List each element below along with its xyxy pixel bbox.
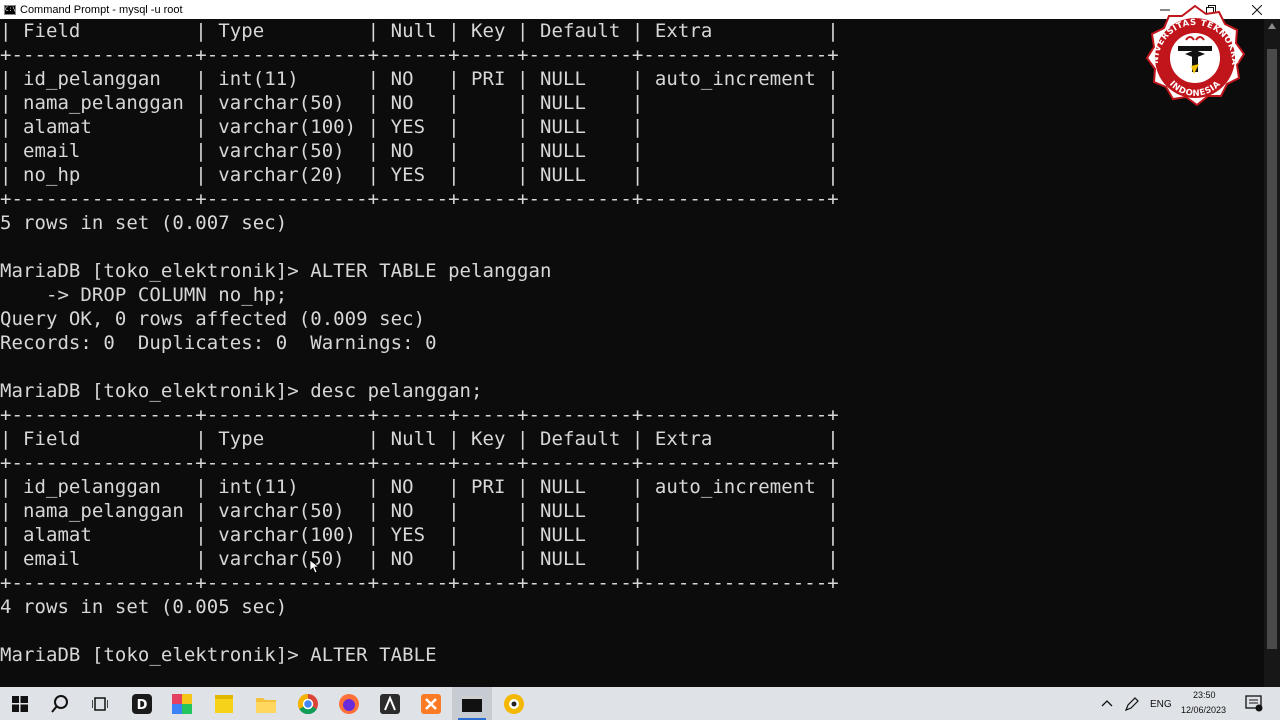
firefox-icon: [339, 693, 359, 714]
terminal-line: | email | varchar(50) | NO | | NULL | |: [0, 548, 839, 570]
task-view-button[interactable]: [80, 687, 120, 720]
file-explorer-icon: [256, 697, 276, 713]
window-title: Command Prompt - mysql -u root: [20, 3, 183, 16]
taskbar: D ENG 23:50 12/06/2023: [0, 687, 1280, 720]
scrollbar-thumb[interactable]: [1267, 49, 1277, 649]
start-button[interactable]: [0, 687, 40, 720]
vertical-scrollbar[interactable]: [1264, 19, 1280, 687]
terminal-line: -> DROP COLUMN no_hp;: [0, 284, 288, 306]
terminal-line: | Field | Type | Null | Key | Default | …: [0, 20, 839, 42]
terminal-output[interactable]: | Field | Type | Null | Key | Default | …: [0, 19, 1264, 687]
terminal-line: Query OK, 0 rows affected (0.009 sec): [0, 308, 426, 330]
terminal-line: | no_hp | varchar(20) | YES | | NULL | |: [0, 164, 839, 186]
search-button[interactable]: [40, 687, 80, 720]
terminal-line: MariaDB [toko_elektronik]> desc pelangga…: [0, 380, 483, 402]
mouse-pointer-icon: [310, 560, 320, 574]
davinci-resolve-icon: D: [132, 693, 152, 714]
terminal-line: Records: 0 Duplicates: 0 Warnings: 0: [0, 332, 437, 354]
app-a-icon: [380, 693, 400, 714]
terminal-line: +----------------+--------------+------+…: [0, 188, 839, 210]
xampp-icon: [421, 693, 441, 714]
terminal-line: | alamat | varchar(100) | YES | | NULL |…: [0, 524, 839, 546]
cmd-icon: [462, 695, 482, 712]
task-view-icon: [92, 696, 108, 711]
svg-text:D: D: [137, 698, 148, 713]
bandicam-icon: [504, 693, 524, 714]
terminal-line: MariaDB [toko_elektronik]> ALTER TABLE p…: [0, 260, 552, 282]
terminal-line: | email | varchar(50) | NO | | NULL | |: [0, 140, 839, 162]
color-app-icon: [172, 693, 192, 714]
input-language[interactable]: ENG: [1150, 699, 1172, 710]
terminal-line: +----------------+--------------+------+…: [0, 572, 839, 594]
terminal-line: | nama_pelanggan | varchar(50) | NO | | …: [0, 92, 839, 114]
terminal-line: | nama_pelanggan | varchar(50) | NO | | …: [0, 500, 839, 522]
taskbar-app-color[interactable]: [162, 687, 202, 720]
notification-center-icon[interactable]: [1245, 695, 1263, 712]
terminal-line: | Field | Type | Null | Key | Default | …: [0, 428, 839, 450]
taskbar-app-chrome[interactable]: [288, 687, 328, 720]
terminal-line: 4 rows in set (0.005 sec): [0, 596, 288, 618]
search-icon: [51, 694, 68, 713]
clock-time[interactable]: 23:50: [1193, 690, 1216, 700]
taskbar-app-file-explorer[interactable]: [246, 687, 286, 720]
terminal-line: | alamat | varchar(100) | YES | | NULL |…: [0, 116, 839, 138]
university-logo: UNIVERSITAS TEKNOKRAT INDONESIA: [1136, 4, 1246, 107]
taskbar-app-bandicam[interactable]: [494, 687, 534, 720]
taskbar-app-xampp[interactable]: [411, 687, 451, 720]
cmd-icon: C:\: [4, 4, 16, 15]
scroll-up-icon[interactable]: [1268, 23, 1276, 29]
pen-workspace-icon[interactable]: [1124, 696, 1140, 712]
window-title-bar[interactable]: C:\ Command Prompt - mysql -u root: [0, 0, 1280, 19]
taskbar-app-sticky-notes[interactable]: [204, 687, 244, 720]
terminal-line: +----------------+--------------+------+…: [0, 44, 839, 66]
terminal-input-line[interactable]: MariaDB [toko_elektronik]> ALTER TABLE: [0, 643, 437, 667]
taskbar-app-davinci[interactable]: D: [122, 687, 162, 720]
taskbar-app-command-prompt[interactable]: [452, 687, 492, 720]
chevron-up-icon[interactable]: [1101, 698, 1113, 708]
terminal-line: 5 rows in set (0.007 sec): [0, 212, 288, 234]
windows-start-icon: [12, 695, 28, 712]
clock-date[interactable]: 12/06/2023: [1181, 705, 1226, 715]
terminal-line: +----------------+--------------+------+…: [0, 452, 839, 474]
terminal-line: +----------------+--------------+------+…: [0, 404, 839, 426]
terminal-line: | id_pelanggan | int(11) | NO | PRI | NU…: [0, 476, 839, 498]
taskbar-app-a[interactable]: [370, 687, 410, 720]
sticky-notes-icon: [215, 694, 233, 713]
taskbar-app-firefox[interactable]: [329, 687, 369, 720]
terminal-line: | id_pelanggan | int(11) | NO | PRI | NU…: [0, 68, 839, 90]
chrome-icon: [298, 693, 318, 714]
